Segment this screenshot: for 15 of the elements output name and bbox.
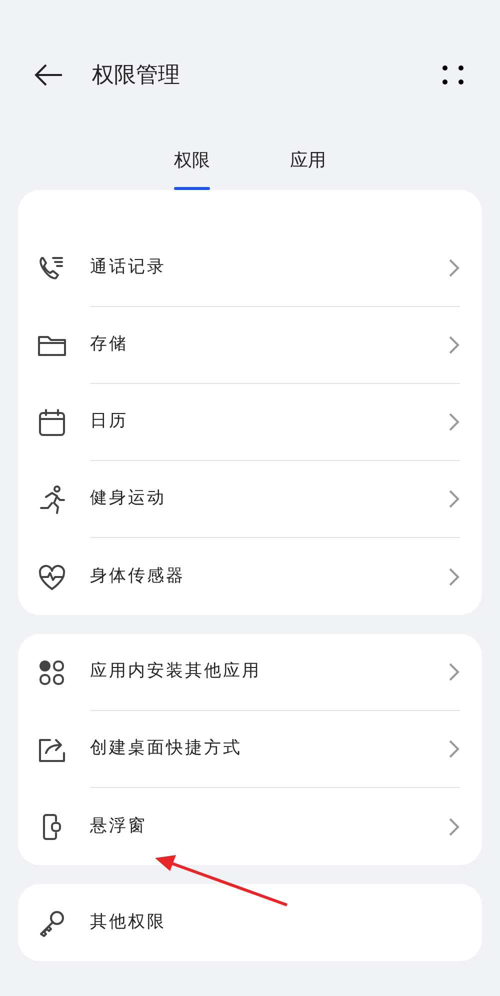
permission-item[interactable]: 通话记录 xyxy=(90,255,166,281)
permission-item[interactable]: 悬浮窗 xyxy=(90,814,147,840)
permission-item[interactable]: 存储 xyxy=(90,332,128,358)
back-icon[interactable] xyxy=(34,64,62,86)
page-title: 权限管理 xyxy=(92,62,180,90)
calendar-icon xyxy=(36,406,68,438)
more-icon[interactable] xyxy=(442,65,464,85)
tab[interactable]: 权限 xyxy=(174,140,210,190)
permission-item[interactable]: 身体传感器 xyxy=(90,564,185,590)
permission-item[interactable]: 创建桌面快捷方式 xyxy=(90,736,242,762)
tab[interactable]: 应用 xyxy=(290,140,326,190)
permission-item[interactable]: 健身运动 xyxy=(90,486,166,512)
permission-item[interactable]: 日历 xyxy=(90,409,128,435)
permission-item[interactable]: 其他权限 xyxy=(90,910,166,936)
permission-item[interactable]: 应用内安装其他应用 xyxy=(90,659,261,685)
